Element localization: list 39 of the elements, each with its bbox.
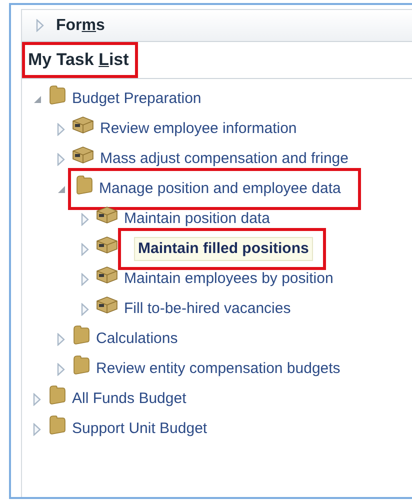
task-item[interactable]: Fill to-be-hired vacancies	[121, 298, 294, 320]
folder-item[interactable]: Budget Preparation	[69, 88, 204, 110]
collapse-arrow-icon[interactable]	[32, 94, 42, 104]
box-icon	[96, 296, 118, 314]
folder-icon	[75, 175, 93, 195]
task-item[interactable]: Maintain employees by position	[121, 268, 336, 290]
folder-item[interactable]: Support Unit Budget	[69, 418, 210, 440]
box-icon	[96, 266, 118, 284]
expand-arrow-icon[interactable]	[57, 362, 65, 376]
expand-arrow-icon[interactable]	[33, 422, 41, 436]
box-icon	[96, 236, 118, 254]
expand-arrow-icon[interactable]	[33, 392, 41, 406]
folder-item[interactable]: All Funds Budget	[69, 388, 190, 410]
box-icon	[96, 206, 118, 224]
folder-item[interactable]: Calculations	[93, 328, 181, 350]
task-item[interactable]: Mass adjust compensation and fringe	[97, 148, 352, 170]
task-item[interactable]: Review employee information	[97, 118, 300, 140]
expand-arrow-icon[interactable]	[81, 302, 89, 316]
folder-icon	[72, 325, 90, 345]
folder-icon	[48, 85, 66, 105]
expand-arrow-icon[interactable]	[81, 212, 89, 226]
box-icon	[72, 116, 94, 134]
box-icon	[72, 146, 94, 164]
expand-arrow-icon[interactable]	[57, 332, 65, 346]
expand-arrow-icon[interactable]	[81, 272, 89, 286]
section-title[interactable]: Forms	[56, 14, 105, 38]
folder-item[interactable]: Review entity compensation budgets	[93, 358, 344, 380]
collapse-arrow-icon[interactable]	[56, 184, 66, 194]
folder-item[interactable]: Manage position and employee data	[96, 178, 344, 200]
section-title[interactable]: My Task List	[22, 42, 138, 78]
folder-icon	[72, 355, 90, 375]
expand-arrow-icon[interactable]	[36, 19, 44, 32]
folder-icon	[48, 415, 66, 435]
expand-arrow-icon[interactable]	[81, 242, 89, 256]
expand-arrow-icon[interactable]	[57, 122, 65, 136]
expand-arrow-icon[interactable]	[57, 152, 65, 166]
task-item[interactable]: Maintain position data	[121, 208, 273, 230]
task-item[interactable]: Maintain filled positions	[134, 236, 313, 262]
folder-icon	[48, 385, 66, 405]
